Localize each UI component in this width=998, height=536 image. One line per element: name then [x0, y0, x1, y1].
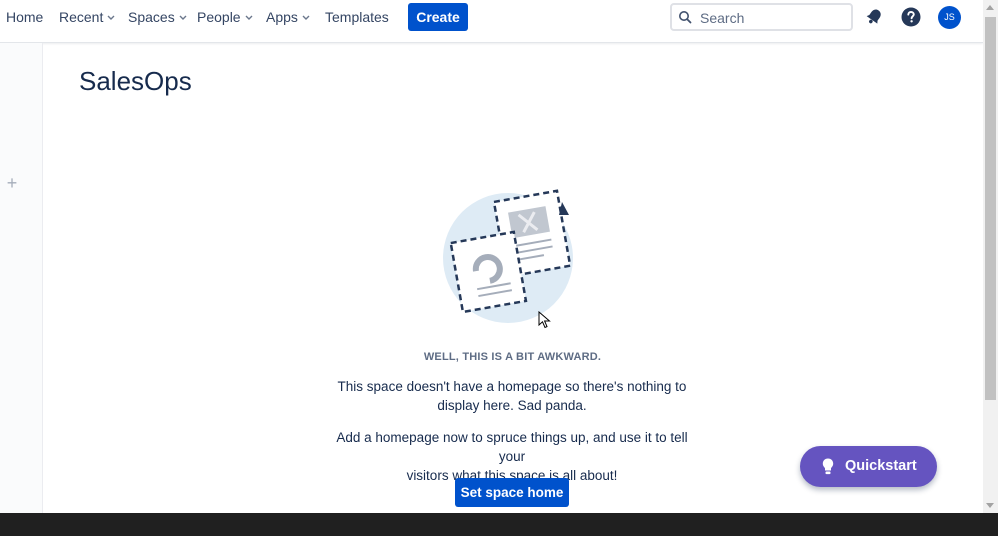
nav-templates[interactable]: Templates: [325, 0, 389, 35]
lightbulb-icon: [822, 458, 834, 475]
user-avatar[interactable]: JS: [938, 6, 961, 29]
search-input[interactable]: [698, 7, 852, 29]
quickstart-label: Quickstart: [845, 458, 917, 474]
page-title: SalesOps: [79, 66, 192, 96]
add-plus-icon[interactable]: +: [5, 174, 19, 192]
nav-recent-label: Recent: [59, 9, 104, 25]
set-space-home-button[interactable]: Set space home: [455, 478, 569, 507]
nav-spaces[interactable]: Spaces: [128, 0, 187, 35]
scroll-down-arrow-icon[interactable]: [986, 503, 994, 508]
empty-state-heading: WELL, THIS IS A BIT AWKWARD.: [423, 351, 602, 363]
help-icon[interactable]: [901, 7, 921, 27]
create-button[interactable]: Create: [408, 3, 468, 31]
empty-state-message-2: Add a homepage now to spruce things up, …: [322, 428, 702, 485]
empty-state-message-1: This space doesn't have a homepage so th…: [322, 377, 702, 415]
nav-home[interactable]: Home: [6, 0, 43, 35]
nav-apps-label: Apps: [266, 9, 298, 25]
chevron-down-icon: [302, 15, 310, 21]
empty-space-illustration: [443, 189, 573, 323]
search-box[interactable]: [670, 3, 853, 31]
message-1-line-b: display here. Sad panda.: [437, 398, 587, 413]
nav-recent[interactable]: Recent: [59, 0, 115, 35]
nav-people-label: People: [197, 9, 241, 25]
message-1-line-a: This space doesn't have a homepage so th…: [337, 379, 687, 394]
os-taskbar: [0, 513, 998, 536]
search-icon: [679, 11, 692, 24]
nav-apps[interactable]: Apps: [266, 0, 310, 35]
chevron-down-icon: [107, 15, 115, 21]
top-navigation: Home Recent Spaces People Apps Templates…: [0, 0, 983, 43]
quickstart-button[interactable]: Quickstart: [800, 446, 937, 487]
nav-spaces-label: Spaces: [128, 9, 175, 25]
notifications-icon[interactable]: [864, 7, 884, 27]
scroll-up-arrow-icon[interactable]: [986, 5, 994, 10]
chevron-down-icon: [179, 15, 187, 21]
vertical-scrollbar[interactable]: [983, 0, 998, 513]
mouse-cursor-icon: [538, 311, 551, 329]
nav-people[interactable]: People: [197, 0, 253, 35]
scrollbar-thumb[interactable]: [985, 17, 996, 400]
chevron-down-icon: [245, 15, 253, 21]
left-sidebar-rail: +: [0, 43, 43, 513]
message-2-line-a: Add a homepage now to spruce things up, …: [336, 430, 688, 464]
